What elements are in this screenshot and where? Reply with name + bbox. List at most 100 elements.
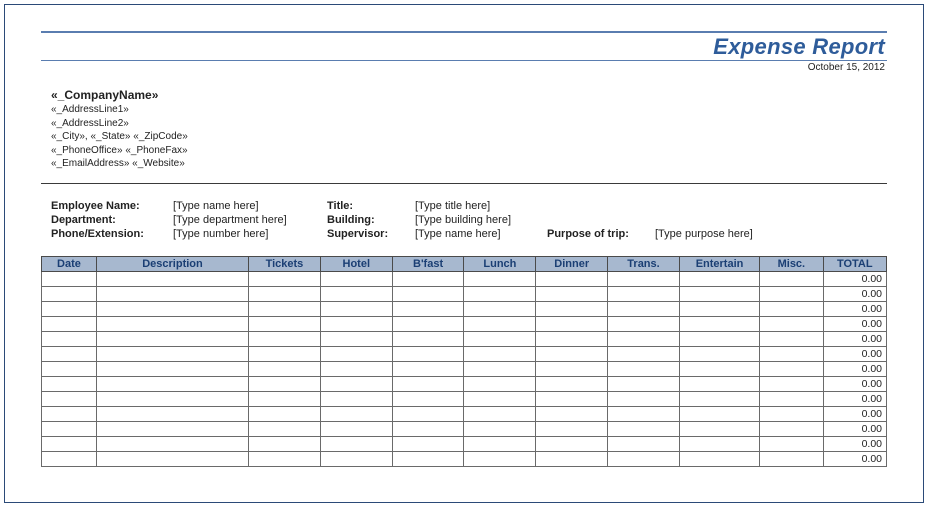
table-cell[interactable] bbox=[96, 361, 248, 376]
table-cell[interactable] bbox=[392, 451, 464, 466]
table-cell[interactable] bbox=[608, 286, 680, 301]
table-cell[interactable] bbox=[320, 346, 392, 361]
row-total-cell[interactable]: 0.00 bbox=[823, 406, 886, 421]
table-cell[interactable] bbox=[320, 286, 392, 301]
table-cell[interactable] bbox=[392, 376, 464, 391]
row-total-cell[interactable]: 0.00 bbox=[823, 391, 886, 406]
table-cell[interactable] bbox=[760, 436, 823, 451]
table-cell[interactable] bbox=[536, 406, 608, 421]
row-total-cell[interactable]: 0.00 bbox=[823, 331, 886, 346]
table-cell[interactable] bbox=[464, 286, 536, 301]
table-cell[interactable] bbox=[249, 346, 321, 361]
table-cell[interactable] bbox=[536, 346, 608, 361]
table-cell[interactable] bbox=[96, 451, 248, 466]
table-cell[interactable] bbox=[464, 331, 536, 346]
table-cell[interactable] bbox=[96, 436, 248, 451]
table-cell[interactable] bbox=[320, 451, 392, 466]
field-department[interactable]: [Type department here] bbox=[173, 214, 325, 226]
table-cell[interactable] bbox=[760, 406, 823, 421]
table-cell[interactable] bbox=[608, 346, 680, 361]
table-cell[interactable] bbox=[320, 331, 392, 346]
table-cell[interactable] bbox=[42, 346, 97, 361]
table-cell[interactable] bbox=[608, 436, 680, 451]
table-cell[interactable] bbox=[320, 391, 392, 406]
table-cell[interactable] bbox=[42, 391, 97, 406]
table-cell[interactable] bbox=[679, 286, 759, 301]
field-phone[interactable]: [Type number here] bbox=[173, 228, 325, 240]
table-cell[interactable] bbox=[608, 451, 680, 466]
table-cell[interactable] bbox=[96, 331, 248, 346]
table-cell[interactable] bbox=[249, 406, 321, 421]
table-cell[interactable] bbox=[249, 376, 321, 391]
table-cell[interactable] bbox=[96, 391, 248, 406]
table-cell[interactable] bbox=[464, 271, 536, 286]
table-cell[interactable] bbox=[760, 331, 823, 346]
table-cell[interactable] bbox=[760, 301, 823, 316]
table-cell[interactable] bbox=[679, 421, 759, 436]
table-cell[interactable] bbox=[464, 421, 536, 436]
table-cell[interactable] bbox=[760, 376, 823, 391]
table-cell[interactable] bbox=[608, 376, 680, 391]
table-cell[interactable] bbox=[760, 451, 823, 466]
table-cell[interactable] bbox=[392, 436, 464, 451]
table-cell[interactable] bbox=[96, 316, 248, 331]
table-cell[interactable] bbox=[679, 346, 759, 361]
table-cell[interactable] bbox=[536, 271, 608, 286]
table-cell[interactable] bbox=[760, 316, 823, 331]
table-cell[interactable] bbox=[249, 331, 321, 346]
table-cell[interactable] bbox=[42, 421, 97, 436]
table-cell[interactable] bbox=[42, 331, 97, 346]
table-cell[interactable] bbox=[96, 301, 248, 316]
table-cell[interactable] bbox=[536, 316, 608, 331]
table-cell[interactable] bbox=[536, 331, 608, 346]
table-cell[interactable] bbox=[536, 286, 608, 301]
table-cell[interactable] bbox=[608, 271, 680, 286]
table-cell[interactable] bbox=[320, 316, 392, 331]
table-cell[interactable] bbox=[608, 361, 680, 376]
table-cell[interactable] bbox=[249, 421, 321, 436]
field-title[interactable]: [Type title here] bbox=[415, 200, 545, 212]
table-cell[interactable] bbox=[679, 361, 759, 376]
table-cell[interactable] bbox=[679, 301, 759, 316]
table-cell[interactable] bbox=[536, 376, 608, 391]
table-cell[interactable] bbox=[42, 286, 97, 301]
table-cell[interactable] bbox=[760, 391, 823, 406]
table-cell[interactable] bbox=[464, 376, 536, 391]
table-cell[interactable] bbox=[392, 331, 464, 346]
table-cell[interactable] bbox=[760, 286, 823, 301]
table-cell[interactable] bbox=[536, 436, 608, 451]
table-cell[interactable] bbox=[320, 406, 392, 421]
table-cell[interactable] bbox=[464, 316, 536, 331]
table-cell[interactable] bbox=[320, 376, 392, 391]
table-cell[interactable] bbox=[608, 391, 680, 406]
row-total-cell[interactable]: 0.00 bbox=[823, 451, 886, 466]
table-cell[interactable] bbox=[96, 406, 248, 421]
table-cell[interactable] bbox=[392, 391, 464, 406]
row-total-cell[interactable]: 0.00 bbox=[823, 301, 886, 316]
table-cell[interactable] bbox=[392, 316, 464, 331]
table-cell[interactable] bbox=[536, 361, 608, 376]
table-cell[interactable] bbox=[464, 361, 536, 376]
table-cell[interactable] bbox=[392, 406, 464, 421]
table-cell[interactable] bbox=[249, 316, 321, 331]
table-cell[interactable] bbox=[42, 361, 97, 376]
table-cell[interactable] bbox=[42, 316, 97, 331]
table-cell[interactable] bbox=[42, 406, 97, 421]
row-total-cell[interactable]: 0.00 bbox=[823, 286, 886, 301]
table-cell[interactable] bbox=[96, 376, 248, 391]
table-cell[interactable] bbox=[42, 271, 97, 286]
table-cell[interactable] bbox=[320, 361, 392, 376]
table-cell[interactable] bbox=[464, 436, 536, 451]
table-cell[interactable] bbox=[464, 391, 536, 406]
table-cell[interactable] bbox=[392, 271, 464, 286]
row-total-cell[interactable]: 0.00 bbox=[823, 361, 886, 376]
table-cell[interactable] bbox=[760, 271, 823, 286]
table-cell[interactable] bbox=[42, 301, 97, 316]
table-cell[interactable] bbox=[320, 421, 392, 436]
table-cell[interactable] bbox=[249, 271, 321, 286]
field-employee[interactable]: [Type name here] bbox=[173, 200, 325, 212]
table-cell[interactable] bbox=[96, 271, 248, 286]
table-cell[interactable] bbox=[679, 331, 759, 346]
table-cell[interactable] bbox=[536, 391, 608, 406]
row-total-cell[interactable]: 0.00 bbox=[823, 271, 886, 286]
